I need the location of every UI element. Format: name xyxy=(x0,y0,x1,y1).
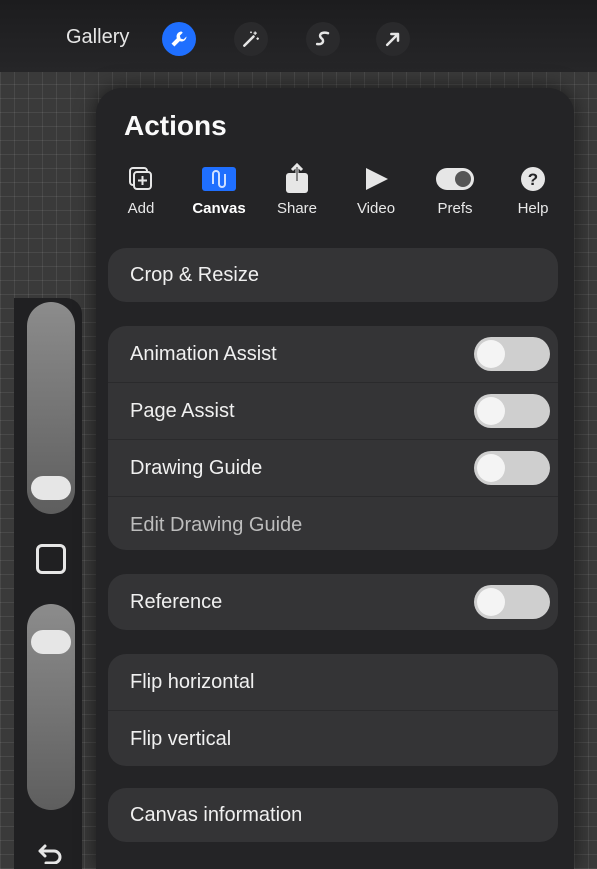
tab-help[interactable]: ? Help xyxy=(498,162,568,217)
modify-button[interactable] xyxy=(36,544,66,574)
panel-title: Actions xyxy=(124,110,227,141)
page-assist-toggle[interactable] xyxy=(474,394,550,428)
tab-add-label: Add xyxy=(127,200,155,217)
canvas-info-group: Canvas information xyxy=(108,788,558,842)
actions-tool-button[interactable] xyxy=(162,22,196,56)
flip-vertical-label: Flip vertical xyxy=(130,727,232,750)
transform-tool-button[interactable] xyxy=(376,22,410,56)
tab-canvas[interactable]: Canvas xyxy=(184,162,254,217)
crop-resize-label: Crop & Resize xyxy=(130,263,259,286)
tab-share-label: Share xyxy=(276,200,318,217)
gallery-button[interactable]: Gallery xyxy=(66,26,129,49)
transform-arrow-icon xyxy=(385,32,400,47)
reference-row: Reference xyxy=(108,574,558,630)
edit-drawing-guide-row[interactable]: Edit Drawing Guide xyxy=(108,496,558,550)
reference-toggle[interactable] xyxy=(474,585,550,619)
selection-tool-button[interactable] xyxy=(306,22,340,56)
canvas-icon xyxy=(202,167,236,191)
assist-group: Animation Assist Page Assist Drawing Gui… xyxy=(108,326,558,550)
reference-label: Reference xyxy=(130,590,223,613)
flip-group: Flip horizontal Flip vertical xyxy=(108,654,558,766)
crop-group: Crop & Resize xyxy=(108,248,558,302)
undo-icon[interactable] xyxy=(36,840,66,864)
page-assist-row: Page Assist xyxy=(108,382,558,439)
opacity-slider-knob[interactable] xyxy=(31,630,71,654)
add-layer-icon xyxy=(129,167,152,190)
brush-size-slider-knob[interactable] xyxy=(31,476,71,500)
drawing-guide-row: Drawing Guide xyxy=(108,439,558,496)
animation-assist-label: Animation Assist xyxy=(130,342,277,365)
share-icon xyxy=(286,163,308,193)
brush-size-slider[interactable] xyxy=(27,302,75,514)
wrench-icon xyxy=(171,31,187,47)
animation-assist-toggle[interactable] xyxy=(474,337,550,371)
animation-assist-row: Animation Assist xyxy=(108,326,558,382)
tab-add[interactable]: Add xyxy=(106,162,176,217)
tab-canvas-label: Canvas xyxy=(192,200,246,217)
canvas-information-label: Canvas information xyxy=(130,803,303,826)
help-icon: ? xyxy=(521,167,545,191)
page-assist-label: Page Assist xyxy=(130,399,235,422)
tab-prefs-label: Prefs xyxy=(437,200,473,217)
top-toolbar: Gallery xyxy=(0,0,597,72)
drawing-guide-toggle[interactable] xyxy=(474,451,550,485)
adjustments-tool-button[interactable] xyxy=(234,22,268,56)
tab-video[interactable]: Video xyxy=(341,162,411,217)
tab-video-label: Video xyxy=(356,200,396,217)
flip-horizontal-row[interactable]: Flip horizontal xyxy=(108,654,558,710)
svg-text:?: ? xyxy=(528,170,538,189)
opacity-slider[interactable] xyxy=(27,604,75,810)
tab-help-label: Help xyxy=(517,200,549,217)
tab-share[interactable]: Share xyxy=(262,162,332,217)
tab-prefs[interactable]: Prefs xyxy=(420,162,490,217)
left-sidebar xyxy=(14,298,82,869)
flip-horizontal-label: Flip horizontal xyxy=(130,670,255,693)
reference-group: Reference xyxy=(108,574,558,630)
magic-wand-icon xyxy=(243,31,259,47)
flip-vertical-row[interactable]: Flip vertical xyxy=(108,710,558,766)
selection-icon xyxy=(315,31,330,46)
play-icon xyxy=(366,168,388,190)
edit-drawing-guide-label: Edit Drawing Guide xyxy=(130,513,303,536)
toggle-icon xyxy=(436,168,474,190)
crop-resize-row[interactable]: Crop & Resize xyxy=(108,248,558,302)
actions-panel: Actions Add Canvas Share Video Prefs ? H… xyxy=(96,88,574,869)
canvas-information-row[interactable]: Canvas information xyxy=(108,788,558,842)
drawing-guide-label: Drawing Guide xyxy=(130,456,263,479)
